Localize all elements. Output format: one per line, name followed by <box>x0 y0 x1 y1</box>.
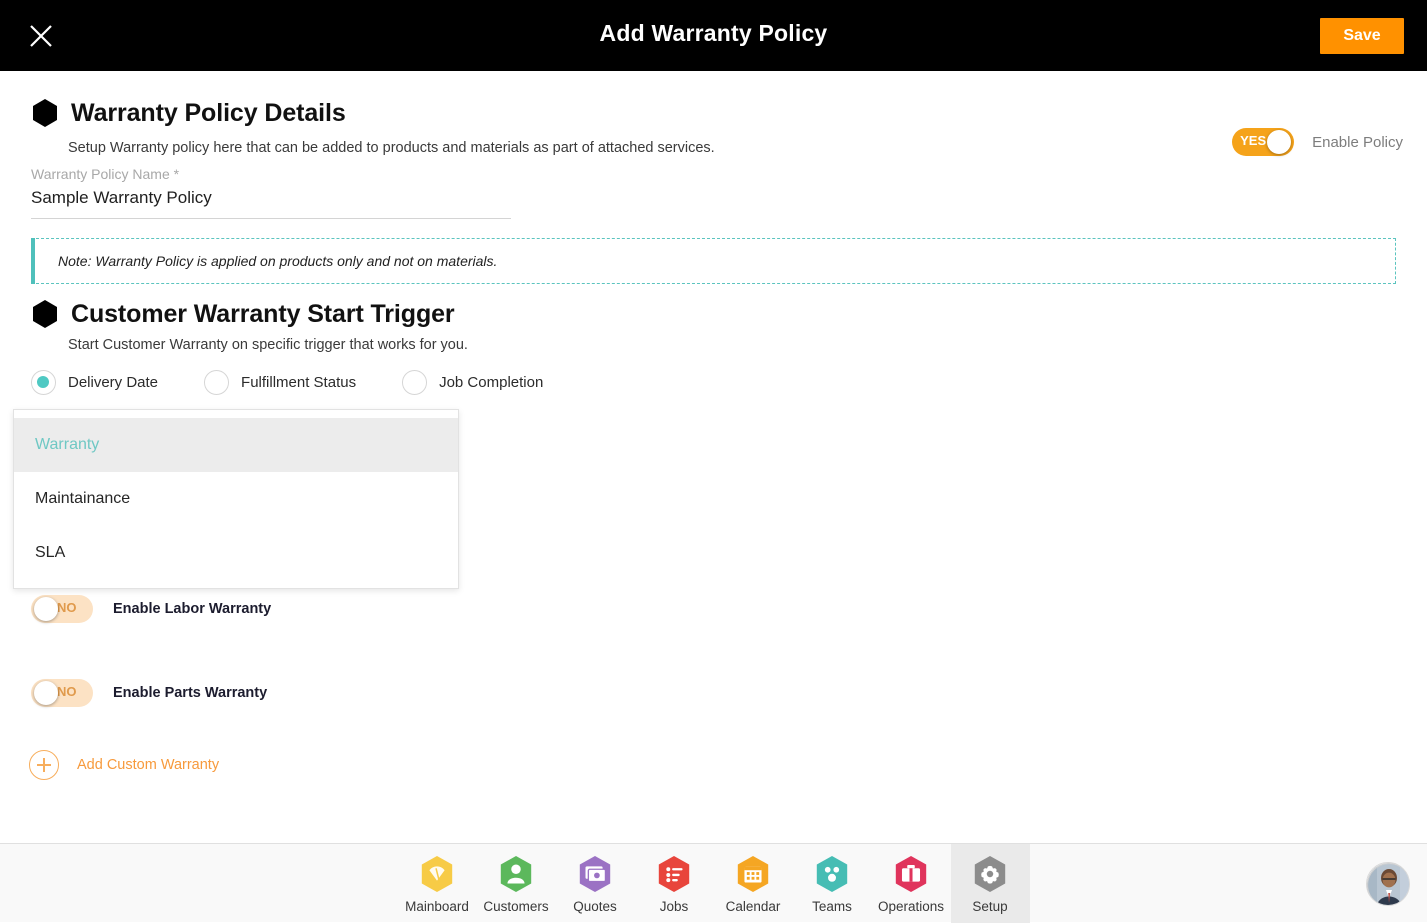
enable-policy-toggle[interactable]: YES <box>1232 128 1294 156</box>
warranty-policy-name-label: Warranty Policy Name * <box>31 166 511 182</box>
customers-icon <box>497 854 535 894</box>
mainboard-icon <box>418 854 456 894</box>
radio-fulfillment-status[interactable]: Fulfillment Status <box>204 370 356 395</box>
page-content: Warranty Policy Details Setup Warranty p… <box>0 71 1427 843</box>
nav-label: Operations <box>878 899 944 914</box>
hexagon-bullet-icon <box>31 98 59 128</box>
page-title: Add Warranty Policy <box>0 20 1427 47</box>
setup-gear-icon <box>971 854 1009 894</box>
nav-label: Customers <box>483 899 548 914</box>
operations-icon <box>892 854 930 894</box>
section-title: Customer Warranty Start Trigger <box>71 300 455 329</box>
calendar-icon <box>734 854 772 894</box>
enable-parts-warranty-label: Enable Parts Warranty <box>113 685 267 701</box>
start-trigger-radio-group: Delivery Date Fulfillment Status Job Com… <box>31 370 589 395</box>
quotes-icon <box>576 854 614 894</box>
enable-labor-warranty-label: Enable Labor Warranty <box>113 601 271 617</box>
field-underline <box>31 218 511 219</box>
parts-toggle-state: NO <box>57 684 77 699</box>
nav-item-quotes[interactable]: Quotes <box>556 844 635 923</box>
radio-label: Delivery Date <box>68 374 158 391</box>
nav-label: Calendar <box>726 899 781 914</box>
dropdown-option-warranty[interactable]: Warranty <box>14 418 458 472</box>
jobs-icon <box>655 854 693 894</box>
nav-item-jobs[interactable]: Jobs <box>635 844 714 923</box>
nav-item-teams[interactable]: Teams <box>793 844 872 923</box>
nav-item-calendar[interactable]: Calendar <box>714 844 793 923</box>
note-box: Note: Warranty Policy is applied on prod… <box>31 238 1396 284</box>
nav-item-mainboard[interactable]: Mainboard <box>398 844 477 923</box>
hexagon-bullet-icon <box>31 299 59 329</box>
enable-labor-warranty-toggle[interactable]: NO <box>31 595 93 623</box>
teams-icon <box>813 854 851 894</box>
warranty-policy-details-heading: Warranty Policy Details <box>31 98 346 128</box>
labor-toggle-state: NO <box>57 600 77 615</box>
nav-item-operations[interactable]: Operations <box>872 844 951 923</box>
radio-label: Fulfillment Status <box>241 374 356 391</box>
save-button[interactable]: Save <box>1320 18 1404 54</box>
enable-labor-warranty-row: NO Enable Labor Warranty <box>31 595 271 623</box>
radio-indicator <box>402 370 427 395</box>
enable-parts-warranty-row: NO Enable Parts Warranty <box>31 679 267 707</box>
start-trigger-subtitle: Start Customer Warranty on specific trig… <box>68 337 468 353</box>
add-custom-warranty-label: Add Custom Warranty <box>77 757 219 773</box>
nav-item-customers[interactable]: Customers <box>477 844 556 923</box>
nav-item-setup[interactable]: Setup <box>951 844 1030 923</box>
user-avatar[interactable] <box>1366 862 1410 906</box>
radio-indicator <box>204 370 229 395</box>
enable-policy-toggle-state: YES <box>1240 133 1266 148</box>
warranty-type-dropdown[interactable]: Warranty Maintainance SLA <box>13 409 459 589</box>
nav-items-container: Mainboard Customers Quotes <box>0 844 1427 923</box>
warranty-policy-name-field: Warranty Policy Name * <box>31 166 511 219</box>
radio-delivery-date[interactable]: Delivery Date <box>31 370 158 395</box>
section-title: Warranty Policy Details <box>71 99 346 128</box>
plus-circle-icon <box>29 750 59 780</box>
radio-label: Job Completion <box>439 374 543 391</box>
radio-indicator <box>31 370 56 395</box>
nav-label: Teams <box>812 899 852 914</box>
warranty-policy-name-input[interactable] <box>31 188 511 218</box>
toggle-knob <box>34 681 58 705</box>
toggle-knob <box>34 597 58 621</box>
radio-job-completion[interactable]: Job Completion <box>402 370 543 395</box>
note-text: Note: Warranty Policy is applied on prod… <box>58 253 497 269</box>
enable-parts-warranty-toggle[interactable]: NO <box>31 679 93 707</box>
warranty-policy-details-subtitle: Setup Warranty policy here that can be a… <box>68 140 715 156</box>
toggle-knob <box>1267 130 1291 154</box>
enable-policy-row: YES Enable Policy <box>1232 128 1403 156</box>
dropdown-option-maintainance[interactable]: Maintainance <box>14 472 458 526</box>
customer-warranty-start-trigger-heading: Customer Warranty Start Trigger <box>31 299 455 329</box>
nav-label: Mainboard <box>405 899 469 914</box>
nav-label: Jobs <box>660 899 689 914</box>
dropdown-option-sla[interactable]: SLA <box>14 526 458 580</box>
bottom-navigation-bar: Mainboard Customers Quotes <box>0 843 1427 922</box>
nav-label: Quotes <box>573 899 617 914</box>
add-custom-warranty-button[interactable]: Add Custom Warranty <box>29 750 219 780</box>
nav-label: Setup <box>972 899 1007 914</box>
top-bar: Add Warranty Policy Save <box>0 0 1427 71</box>
enable-policy-label: Enable Policy <box>1312 134 1403 151</box>
